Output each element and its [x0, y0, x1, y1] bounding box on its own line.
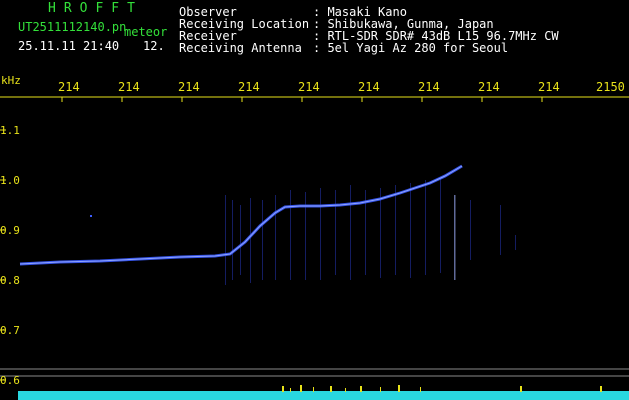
y-tick-label: 1.1 — [0, 124, 20, 137]
x-tick-label: 214 — [418, 80, 440, 94]
y-tick-label: 0.9 — [0, 224, 20, 237]
x-tick-label: 214 — [298, 80, 320, 94]
x-tick-label: 214 — [118, 80, 140, 94]
x-tick-label: 2150 — [596, 80, 625, 94]
y-axis-unit: kHz — [1, 74, 21, 87]
x-tick-label: 214 — [478, 80, 500, 94]
y-tick-label: 1.0 — [0, 174, 20, 187]
y-tick-label: 0.6 — [0, 374, 20, 387]
y-tick-label: 0.7 — [0, 324, 20, 337]
y-tick-label: 0.8 — [0, 274, 20, 287]
hrofft-window: HROFFT UT2511112140.pn meteor 25.11.11 2… — [0, 0, 629, 400]
spectrogram-plot — [0, 96, 629, 400]
x-tick-label: 214 — [538, 80, 560, 94]
x-tick-label: 214 — [178, 80, 200, 94]
x-tick-label: 214 — [58, 80, 80, 94]
x-tick-label: 214 — [358, 80, 380, 94]
x-tick-label: 214 — [238, 80, 260, 94]
